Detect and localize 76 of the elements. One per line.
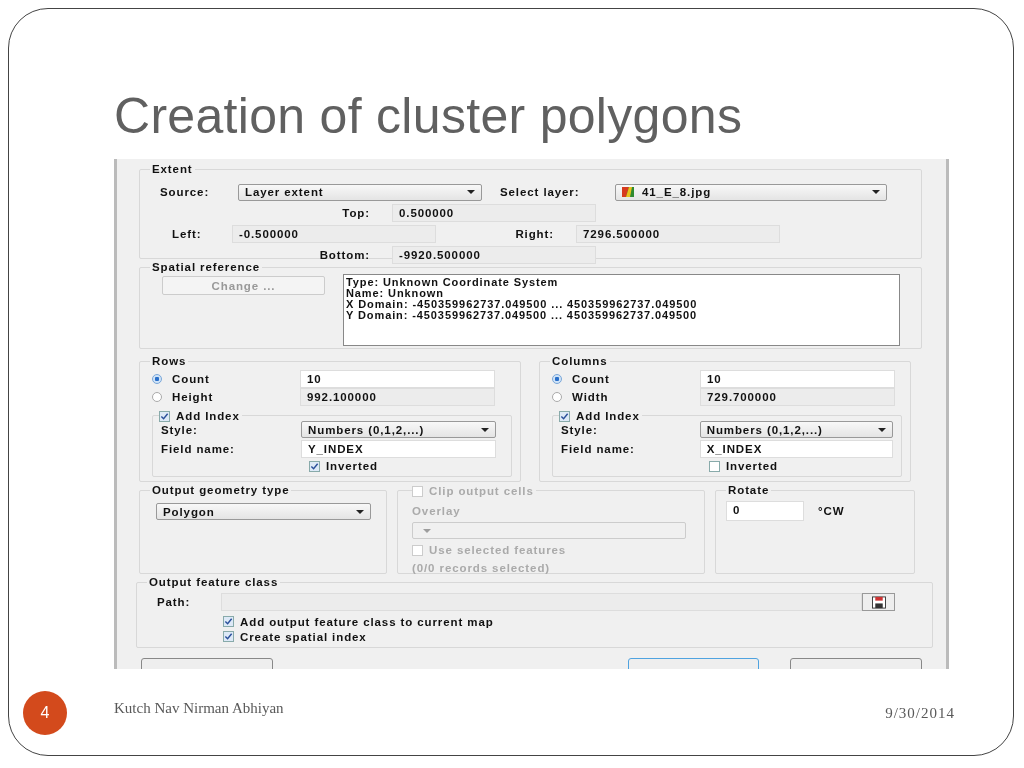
field-label: Source: [159, 186, 211, 198]
slide-title: Creation of cluster polygons [114, 87, 744, 146]
dropdown[interactable]: 41_E_8.jpg [615, 183, 887, 201]
text-field[interactable]: -0.500000 [232, 224, 436, 243]
radio-label: Width [572, 391, 610, 403]
group-title: Columns [550, 355, 610, 368]
checkbox[interactable] [223, 616, 234, 627]
save-button[interactable] [862, 593, 895, 611]
field-label: Top: [341, 206, 371, 219]
caret-icon [481, 427, 489, 432]
radio-button[interactable] [152, 374, 162, 384]
checkbox-label: Add Index [170, 410, 242, 422]
caret-icon [423, 528, 431, 533]
text-line: Type: Unknown Coordinate System [346, 277, 560, 288]
checkbox[interactable] [223, 631, 234, 642]
group-title: Output feature class [147, 576, 281, 589]
checkbox-label: Inverted [726, 460, 778, 472]
text-field[interactable] [221, 593, 862, 611]
raster-layer-icon [622, 187, 634, 197]
field-label: Style: [161, 423, 199, 436]
text-field[interactable]: -9920.500000 [392, 245, 596, 264]
radio-label: Count [572, 373, 611, 385]
caret-icon [878, 427, 886, 432]
dropdown[interactable]: Numbers (0,1,2,...) [699, 421, 893, 438]
field-label: Style: [561, 423, 599, 436]
checkbox[interactable] [559, 410, 570, 422]
field-label: Right: [514, 227, 555, 240]
checkbox-label: Create spatial index [240, 630, 367, 643]
checkbox-label: Use selected features [429, 544, 567, 556]
text-field[interactable]: 729.700000 [700, 388, 895, 406]
text-field[interactable]: Y_INDEX [301, 439, 496, 458]
records-label: (0/0 records selected) [412, 562, 552, 574]
unit-label: °CW [818, 505, 845, 517]
radio-button[interactable] [552, 374, 562, 384]
text-field[interactable]: 0.500000 [392, 203, 596, 222]
group-title: Rotate [726, 484, 772, 497]
page-number: 4 [23, 691, 67, 735]
field-label: Left: [171, 227, 203, 240]
group-title: Output geometry type [150, 484, 292, 497]
radio-button[interactable] [152, 392, 162, 402]
dropdown[interactable]: Polygon [156, 503, 371, 520]
field-label: Overlay [412, 505, 462, 519]
text-field[interactable]: 7296.500000 [576, 224, 780, 243]
checkbox[interactable] [709, 460, 720, 472]
caret-icon [467, 190, 475, 194]
checkbox-label: Inverted [326, 460, 378, 472]
checkbox-label: Clip output cells [423, 485, 536, 497]
dropdown[interactable]: Layer extent [238, 183, 482, 201]
field-label: Field name: [561, 442, 636, 455]
dropdown[interactable]: Numbers (0,1,2,...) [301, 421, 496, 438]
radio-label: Height [172, 391, 215, 403]
footer-text: Kutch Nav Nirman Abhiyan [114, 699, 284, 717]
text-field[interactable]: X_INDEX [699, 439, 893, 458]
caret-icon [872, 190, 880, 194]
group-title: Spatial reference [150, 261, 262, 274]
field-label: Field name: [161, 442, 236, 455]
text-line: X Domain: -450359962737.049500 ... 450359962737.049500 [346, 299, 699, 310]
field-label: Select layer: [500, 186, 581, 198]
text-line: Y Domain: -450359962737.049500 ... 450359962737.049500 [346, 310, 699, 321]
text-field[interactable]: 992.100000 [300, 388, 495, 406]
text-line: Name: Unknown [346, 288, 445, 299]
text-field[interactable]: 10 [300, 370, 495, 388]
radio-label: Count [172, 373, 211, 385]
caret-icon [356, 509, 364, 514]
text-field[interactable]: 0 [726, 501, 804, 521]
radio-button[interactable] [552, 392, 562, 402]
checkbox[interactable] [159, 410, 170, 422]
group-title: Extent [150, 163, 195, 176]
field-label: Path: [157, 596, 192, 608]
text-field[interactable]: 10 [700, 370, 895, 388]
field-label: Bottom: [318, 248, 371, 261]
slide-date: 9/30/2014 [885, 704, 955, 722]
checkbox[interactable] [309, 460, 320, 472]
checkbox-label: Add output feature class to current map [240, 615, 494, 628]
checkbox-label: Add Index [570, 410, 642, 422]
group-title: Rows [150, 355, 189, 368]
